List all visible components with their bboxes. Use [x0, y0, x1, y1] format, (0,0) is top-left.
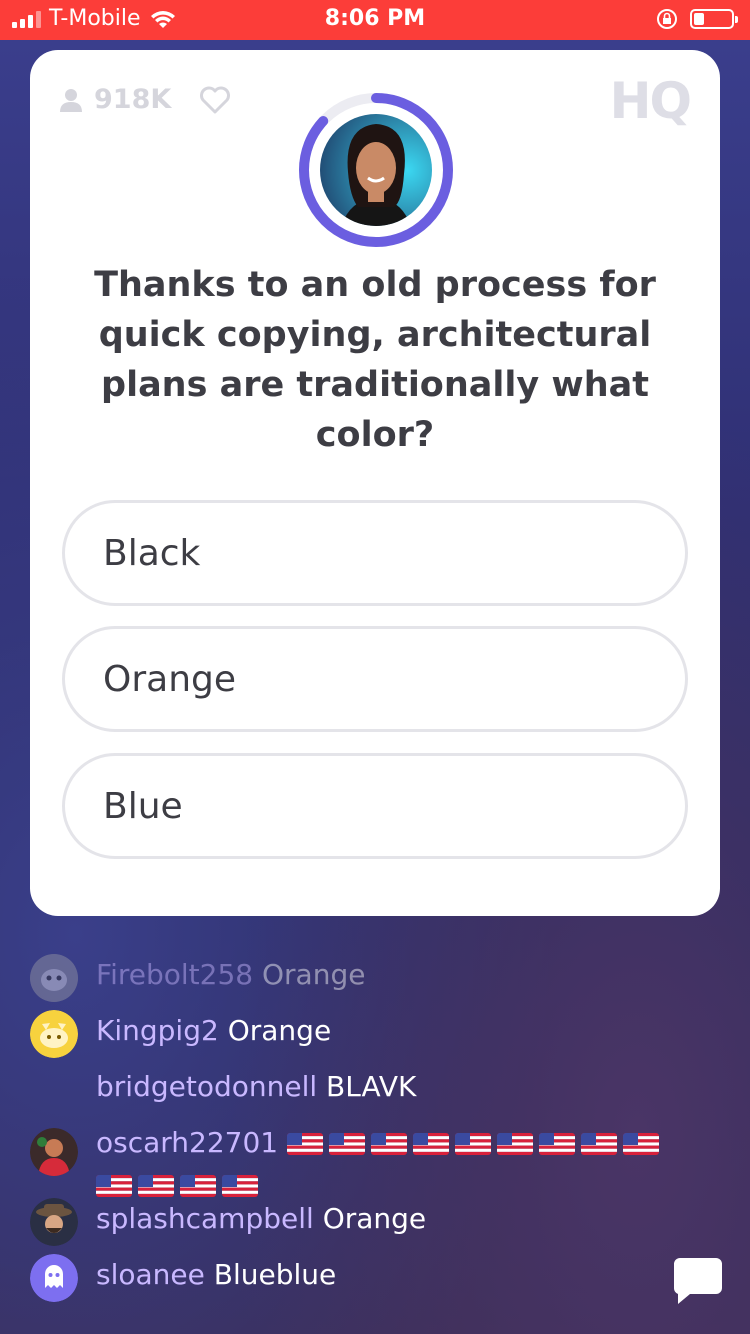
us-flag-icon: [455, 1133, 492, 1155]
us-flag-icon: [623, 1133, 660, 1155]
flag-emoji-group: [287, 1126, 665, 1159]
avatar: [30, 954, 78, 1002]
heart-icon[interactable]: [199, 86, 231, 114]
chat-username: splashcampbell: [96, 1202, 314, 1235]
viewer-count: 918K: [58, 84, 231, 115]
chat-text: Orange: [322, 1202, 427, 1235]
chat-username: bridgetodonnell: [96, 1070, 318, 1103]
host-avatar: [320, 114, 432, 226]
us-flag-icon: [413, 1133, 450, 1155]
us-flag-icon: [497, 1133, 534, 1155]
chat-username: sloanee: [96, 1258, 205, 1291]
us-flag-icon: [329, 1133, 366, 1155]
answer-label: Black: [103, 532, 201, 574]
answer-option-2[interactable]: Orange: [62, 626, 688, 732]
question-card: 918K HQ Thanks to an old process for qui…: [30, 50, 720, 916]
hq-logo: HQ: [609, 72, 692, 130]
answer-label: Blue: [103, 785, 183, 827]
host-video-timer: [298, 92, 454, 248]
avatar: [30, 1198, 78, 1246]
chat-username: Firebolt258: [96, 958, 254, 991]
rotation-lock-icon: [657, 9, 677, 29]
us-flag-icon: [180, 1175, 216, 1197]
status-icons: [656, 8, 738, 30]
avatar: [30, 1254, 78, 1302]
us-flag-icon: [222, 1175, 258, 1197]
chat-text: BLAVK: [326, 1070, 417, 1103]
viewer-count-label: 918K: [94, 84, 172, 115]
answer-option-3[interactable]: Blue: [62, 753, 688, 859]
clock: 8:06 PM: [324, 6, 426, 31]
battery-icon: [690, 9, 738, 29]
flag-emoji-group: [96, 1168, 264, 1201]
answer-label: Orange: [103, 658, 237, 700]
us-flag-icon: [96, 1175, 132, 1197]
avatar: [30, 1010, 78, 1058]
us-flag-icon: [539, 1133, 576, 1155]
chat-username: oscarh22701: [96, 1126, 279, 1159]
us-flag-icon: [371, 1133, 408, 1155]
chat-text: Orange: [261, 958, 366, 991]
chat-bubble-icon[interactable]: [672, 1256, 724, 1306]
chat-text: Orange: [227, 1014, 332, 1047]
chat-message-body: oscarh22701: [96, 1122, 696, 1206]
avatar: [30, 1128, 78, 1176]
us-flag-icon: [287, 1133, 324, 1155]
chat-username: Kingpig2: [96, 1014, 219, 1047]
us-flag-icon: [138, 1175, 174, 1197]
chat-text: Blueblue: [213, 1258, 337, 1291]
answer-option-1[interactable]: Black: [62, 500, 688, 606]
status-bar: T-Mobile 8:06 PM: [0, 0, 750, 40]
question-text: Thanks to an old process for quick copyi…: [94, 265, 656, 455]
us-flag-icon: [581, 1133, 618, 1155]
viewer-icon: [60, 88, 82, 112]
